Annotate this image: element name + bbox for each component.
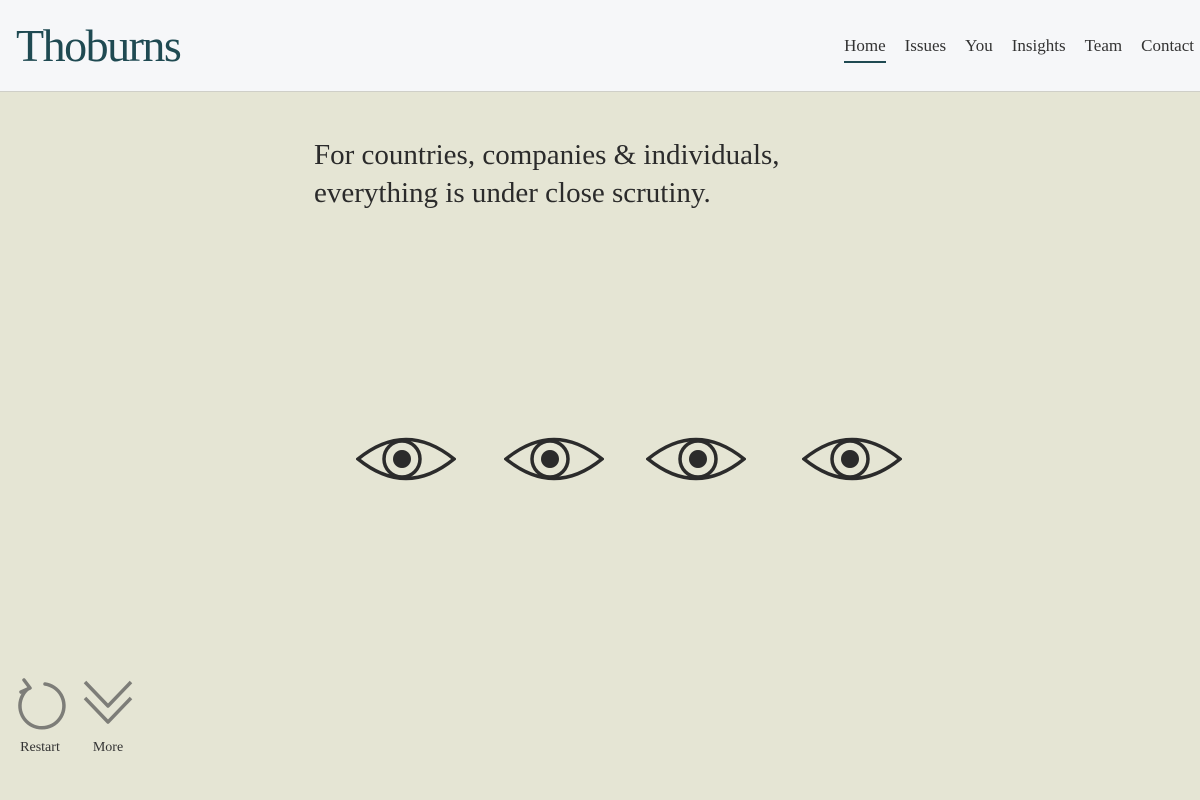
nav-item-you[interactable]: You [965, 36, 993, 63]
nav-item-home[interactable]: Home [844, 36, 886, 63]
double-chevron-down-icon [83, 680, 133, 724]
nav-item-team[interactable]: Team [1085, 36, 1123, 63]
eye-icon [802, 437, 902, 481]
headline-line-1: For countries, companies & individuals, [314, 139, 780, 171]
eye-icon [504, 437, 604, 481]
eye-icon [646, 437, 746, 481]
restart-icon [18, 678, 66, 730]
nav-item-contact[interactable]: Contact [1141, 36, 1194, 63]
eye-icon [356, 437, 456, 481]
headline-line-2: everything is under close scrutiny. [314, 177, 711, 209]
main-nav: Home Issues You Insights Team Contact [825, 36, 1194, 63]
site-logo[interactable]: Thoburns [16, 20, 182, 72]
restart-label: Restart [20, 740, 60, 755]
restart-button[interactable]: Restart [10, 676, 70, 756]
more-label: More [92, 740, 124, 755]
nav-item-insights[interactable]: Insights [1012, 36, 1066, 63]
nav-item-issues[interactable]: Issues [905, 36, 947, 63]
more-button[interactable]: More [78, 676, 138, 756]
site-header: Thoburns Home Issues You Insights Team C… [0, 0, 1200, 92]
headline: For countries, companies & individuals, … [314, 136, 780, 212]
